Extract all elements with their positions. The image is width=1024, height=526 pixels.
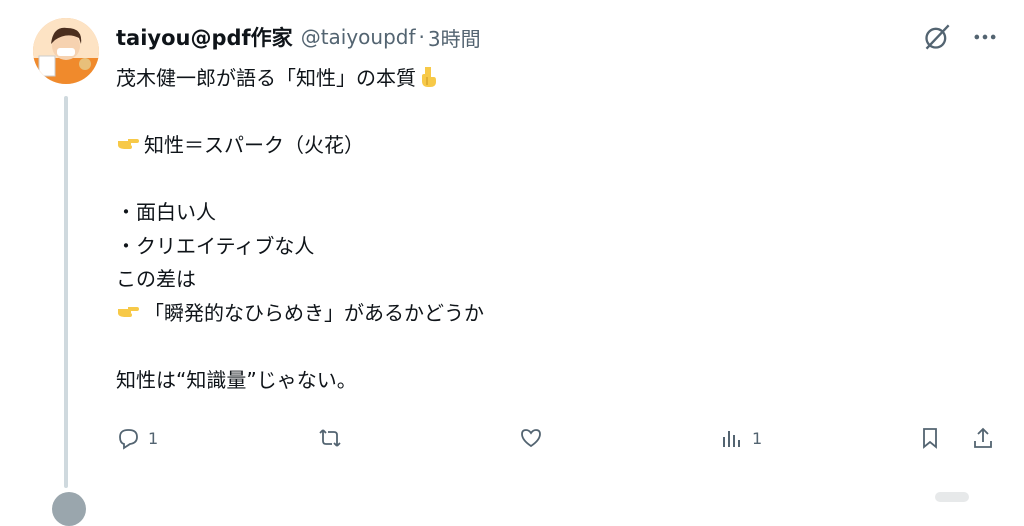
share-icon [974, 427, 992, 448]
views-count: 1 [752, 428, 763, 448]
post-line [116, 330, 876, 364]
bookmark-button[interactable] [918, 420, 942, 456]
views-button[interactable]: 1 [720, 420, 762, 456]
post-line: 知性＝スパーク（火花） [116, 129, 876, 163]
post-line: ・面白い人 [116, 196, 876, 230]
pointing-right-hand-icon [118, 139, 139, 149]
post-line [116, 163, 876, 197]
post-body: 茂木健一郎が語る「知性」の本質 知性＝スパーク（火花） ・面白い人 ・クリエイテ… [116, 62, 876, 397]
reply-count: 1 [148, 428, 159, 448]
post-text: 知性は“知識量”じゃない。 [116, 367, 357, 392]
post-text: この差は [116, 267, 196, 291]
next-post-avatar[interactable] [52, 492, 86, 526]
reply-icon [119, 429, 138, 450]
post-text: ・クリエイティブな人 [116, 233, 315, 258]
post-line: 知性は“知識量”じゃない。 [116, 364, 876, 398]
next-post-indicator [935, 492, 969, 502]
pointing-down-hand-icon [422, 67, 436, 87]
thread-line [64, 96, 68, 488]
avatar-illustration [33, 18, 99, 84]
user-handle[interactable]: @taiyoupdf [301, 25, 416, 49]
post-line [116, 96, 876, 130]
bookmark-icon [923, 428, 937, 449]
post-text: ・面白い人 [116, 200, 216, 224]
post-time[interactable]: 3時間 [428, 23, 481, 52]
grok-icon[interactable] [920, 20, 954, 54]
post-text: 「瞬発的なひらめき」があるかどうか [144, 300, 484, 325]
heart-icon [521, 429, 541, 448]
retweet-button[interactable] [318, 420, 350, 456]
avatar[interactable] [33, 18, 99, 84]
views-icon [723, 431, 740, 447]
post-line: 茂木健一郎が語る「知性」の本質 [116, 62, 876, 96]
more-icon[interactable] [968, 20, 1002, 54]
post-text: 茂木健一郎が語る「知性」の本質 [116, 66, 416, 90]
like-button[interactable] [519, 420, 551, 456]
post-header: taiyou@pdf作家 @taiyoupdf · 3時間 [116, 22, 481, 52]
post-line: この差は [116, 263, 876, 297]
post-line: ・クリエイティブな人 [116, 230, 876, 264]
post-text: 知性＝スパーク（火花） [144, 133, 364, 157]
display-name[interactable]: taiyou@pdf作家 [116, 22, 293, 52]
reply-button[interactable]: 1 [116, 420, 158, 456]
post-line: 「瞬発的なひらめき」があるかどうか [116, 297, 876, 331]
separator: · [418, 25, 425, 49]
share-button[interactable] [971, 420, 995, 456]
pointing-right-hand-icon [118, 306, 139, 317]
retweet-icon [319, 429, 341, 447]
action-bar: 1 1 [116, 420, 1002, 456]
